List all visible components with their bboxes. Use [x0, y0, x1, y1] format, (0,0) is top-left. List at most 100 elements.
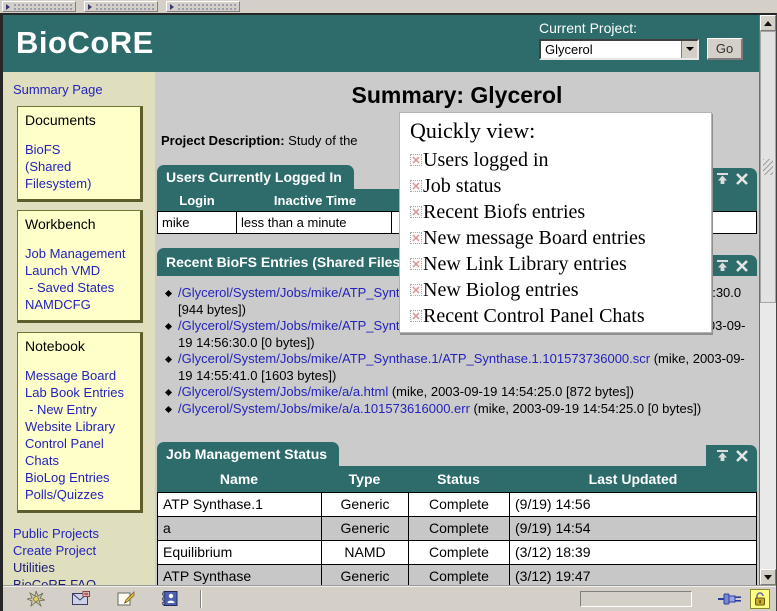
- job-type: NAMD: [322, 541, 409, 564]
- scrollbar-track[interactable]: [760, 31, 776, 569]
- status-bar: [3, 585, 776, 611]
- biofs-entry-link[interactable]: /Glycerol/System/Jobs/mike/ATP_Synthase.…: [178, 351, 650, 366]
- quick-view-option-label: Recent Biofs entries: [423, 201, 585, 224]
- address-book-icon[interactable]: [162, 591, 178, 606]
- sidebar-item-biofs-subtitle[interactable]: (Shared Filesystem): [25, 158, 134, 192]
- scroll-up-button[interactable]: [760, 15, 776, 31]
- collapse-panel-icon[interactable]: [716, 172, 729, 185]
- job-updated: (9/19) 14:54: [510, 517, 756, 540]
- navigator-icon[interactable]: [27, 591, 45, 607]
- collapsed-toolbar-grippy[interactable]: [84, 1, 158, 12]
- close-panel-icon[interactable]: [736, 450, 748, 462]
- users-panel-title: Users Currently Logged In: [157, 165, 354, 189]
- scrollbar-thumb[interactable]: [760, 31, 776, 303]
- broken-image-icon: [410, 258, 422, 270]
- job-status: Complete: [409, 517, 510, 540]
- quick-view-option-label: Users logged in: [423, 149, 549, 172]
- job-type: Generic: [322, 565, 409, 585]
- table-row: ATP Synthase.1 Generic Complete (9/19) 1…: [158, 492, 756, 516]
- job-status: Complete: [409, 565, 510, 585]
- scroll-down-button[interactable]: [760, 569, 776, 585]
- sidebar-item-polls-quizzes[interactable]: Polls/Quizzes: [25, 486, 134, 503]
- sidebar-item-namdcfg[interactable]: NAMDCFG: [25, 296, 134, 313]
- quick-view-option[interactable]: Job status: [410, 173, 703, 199]
- vertical-scrollbar[interactable]: [759, 15, 776, 585]
- workbench-box: Workbench Job Management Launch VMD - Sa…: [17, 210, 143, 323]
- online-plug-icon[interactable]: [718, 592, 742, 606]
- biofs-entry-meta: (mike, 2003-09-19 14:54:25.0 [0 bytes]): [470, 401, 701, 416]
- grippy-dots: [177, 3, 236, 10]
- project-select[interactable]: Glycerol: [539, 39, 699, 60]
- sidebar-item-create-project[interactable]: Create Project: [13, 542, 155, 559]
- table-row: ATP Synthase Generic Complete (3/12) 19:…: [158, 564, 756, 585]
- quick-view-popup: Quickly view: Users logged in Job status…: [399, 112, 712, 333]
- biofs-entry-link[interactable]: /Glycerol/System/Jobs/mike/a/a.101573616…: [178, 401, 470, 416]
- sidebar-item-launch-vmd[interactable]: Launch VMD: [25, 262, 134, 279]
- sidebar-item-biocore-faq[interactable]: BioCoRE FAQ: [13, 576, 155, 585]
- job-name: a: [158, 517, 322, 540]
- documents-box: Documents BioFS (Shared Filesystem): [17, 106, 143, 202]
- sidebar-item-summary-page[interactable]: Summary Page: [13, 81, 155, 98]
- collapsed-toolbar-grippy[interactable]: [2, 1, 76, 12]
- job-panel: Job Management Status Name Type Status L: [157, 442, 757, 585]
- sidebar-item-control-panel-chats[interactable]: Control Panel Chats: [25, 435, 134, 469]
- sidebar-item-lab-book-entries[interactable]: Lab Book Entries: [25, 384, 134, 401]
- close-panel-icon[interactable]: [736, 173, 748, 185]
- page-title: Summary: Glycerol: [157, 82, 757, 109]
- project-description-text: Study of the: [288, 133, 357, 148]
- notebook-heading: Notebook: [25, 338, 134, 354]
- broken-image-icon: [410, 232, 422, 244]
- user-login: mike: [158, 212, 237, 233]
- list-item: /Glycerol/System/Jobs/mike/ATP_Synthase.…: [161, 351, 757, 384]
- sidebar-item-saved-states[interactable]: - Saved States: [25, 279, 134, 296]
- broken-image-icon: [410, 310, 422, 322]
- statusbar-divider: [200, 590, 202, 608]
- go-button[interactable]: Go: [707, 38, 743, 60]
- close-panel-icon[interactable]: [736, 260, 748, 272]
- job-panel-title: Job Management Status: [157, 442, 339, 466]
- collapse-panel-icon[interactable]: [716, 259, 729, 272]
- job-status: Complete: [409, 493, 510, 516]
- sidebar-item-job-management[interactable]: Job Management: [25, 245, 134, 262]
- security-lock-highlight[interactable]: [750, 589, 770, 609]
- composer-icon[interactable]: [117, 591, 135, 606]
- quick-view-option-label: New Biolog entries: [423, 279, 579, 302]
- quick-view-option[interactable]: Recent Control Panel Chats: [410, 303, 703, 329]
- users-col-login: Login: [157, 193, 237, 208]
- quick-view-option[interactable]: New Link Library entries: [410, 251, 703, 277]
- sidebar-item-website-library[interactable]: Website Library: [25, 418, 134, 435]
- job-name: ATP Synthase.1: [158, 493, 322, 516]
- collapse-panel-icon[interactable]: [716, 449, 729, 462]
- list-item: /Glycerol/System/Jobs/mike/a/a.html (mik…: [161, 384, 757, 401]
- sidebar: Summary Page Documents BioFS (Shared Fil…: [3, 72, 155, 585]
- padlock-open-icon: [754, 592, 766, 606]
- sidebar-item-utilities[interactable]: Utilities: [13, 559, 155, 576]
- job-type: Generic: [322, 493, 409, 516]
- broken-image-icon: [410, 180, 422, 192]
- quick-view-option[interactable]: Users logged in: [410, 147, 703, 173]
- brand-logo: BioCoRE: [16, 25, 154, 61]
- sidebar-item-public-projects[interactable]: Public Projects: [13, 525, 155, 542]
- dropdown-arrow-icon[interactable]: [681, 41, 697, 58]
- project-description-label: Project Description:: [161, 133, 285, 148]
- job-col-updated: Last Updated: [509, 471, 757, 487]
- sidebar-item-biolog-entries[interactable]: BioLog Entries: [25, 469, 134, 486]
- biofs-entry-link[interactable]: /Glycerol/System/Jobs/mike/a/a.html: [178, 384, 388, 399]
- broken-image-icon: [410, 154, 422, 166]
- quick-view-title: Quickly view:: [410, 118, 703, 144]
- list-item: /Glycerol/System/Jobs/mike/a/a.101573616…: [161, 401, 757, 418]
- quick-view-option[interactable]: New message Board entries: [410, 225, 703, 251]
- notebook-box: Notebook Message Board Lab Book Entries …: [17, 332, 143, 513]
- quick-view-option[interactable]: New Biolog entries: [410, 277, 703, 303]
- mail-icon[interactable]: [72, 591, 90, 606]
- collapsed-toolbar-grippy[interactable]: [166, 1, 240, 12]
- sidebar-item-message-board[interactable]: Message Board: [25, 367, 134, 384]
- job-table-header: Name Type Status Last Updated: [157, 466, 757, 492]
- quick-view-option[interactable]: Recent Biofs entries: [410, 199, 703, 225]
- status-message-box: [580, 591, 692, 607]
- sidebar-item-biofs[interactable]: BioFS: [25, 141, 134, 158]
- sidebar-item-new-entry[interactable]: - New Entry: [25, 401, 134, 418]
- users-col-inactive: Inactive Time: [237, 193, 393, 208]
- grippy-dots: [13, 3, 72, 10]
- quick-view-option-label: Job status: [423, 175, 501, 198]
